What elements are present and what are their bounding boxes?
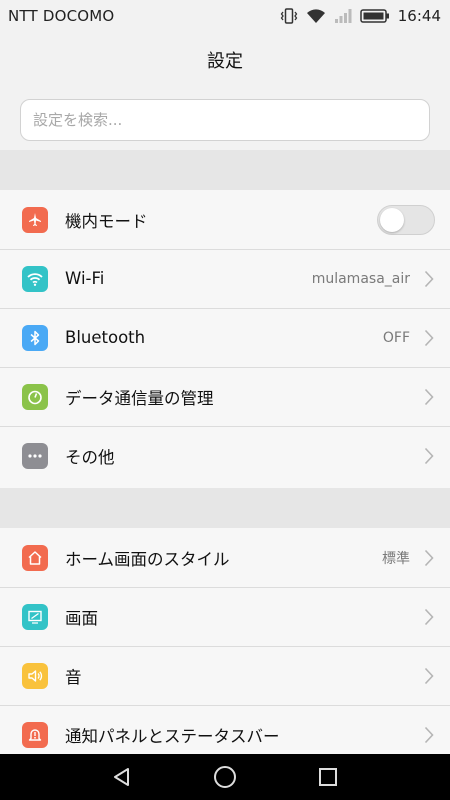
display-icon (22, 603, 48, 630)
setting-row-wifi[interactable]: Wi-Fi mulamasa_air (0, 249, 450, 308)
title-bar: 設定 (0, 32, 450, 88)
setting-label: データ通信量の管理 (65, 388, 214, 408)
setting-row-notifications[interactable]: 通知パネルとステータスバー (0, 705, 450, 754)
recents-button[interactable] (305, 754, 351, 800)
setting-label: 通知パネルとステータスバー (65, 726, 280, 746)
settings-group-device: ホーム画面のスタイル 標準 画面 音 通知パネルとステータスバー (0, 528, 450, 754)
wifi-icon (22, 265, 48, 292)
chevron-right-icon (424, 388, 434, 405)
setting-row-airplane-mode[interactable]: 機内モード (0, 190, 450, 249)
home-icon (22, 544, 48, 571)
setting-row-home-style[interactable]: ホーム画面のスタイル 標準 (0, 528, 450, 587)
home-circle-icon (213, 766, 236, 788)
section-divider (0, 150, 450, 190)
status-bar: NTT DOCOMO 16:44 (0, 0, 450, 32)
carrier-label: NTT DOCOMO (8, 7, 115, 25)
page-title: 設定 (207, 51, 243, 72)
setting-row-sound[interactable]: 音 (0, 646, 450, 705)
search-box (20, 99, 430, 141)
bluetooth-icon (22, 324, 48, 351)
chevron-right-icon (424, 270, 434, 287)
section-divider (0, 488, 450, 528)
airplane-mode-toggle[interactable] (377, 204, 435, 235)
chevron-right-icon (424, 549, 434, 566)
setting-label: その他 (65, 447, 115, 467)
setting-label: 画面 (65, 608, 98, 628)
setting-label: 機内モード (65, 211, 148, 231)
more-icon (22, 442, 48, 469)
status-icons: 16:44 (280, 7, 441, 25)
toggle-knob (380, 207, 404, 232)
setting-value: OFF (382, 329, 410, 346)
setting-row-more[interactable]: その他 (0, 426, 450, 485)
setting-row-display[interactable]: 画面 (0, 587, 450, 646)
setting-value: 標準 (382, 550, 410, 567)
setting-label: Wi-Fi (65, 269, 105, 288)
navigation-bar (0, 754, 450, 800)
recents-icon (319, 768, 338, 786)
settings-group-network: 機内モード Wi-Fi mulamasa_air Bluetooth OFF デ… (0, 190, 450, 488)
back-button[interactable] (99, 754, 145, 800)
setting-label: ホーム画面のスタイル (65, 549, 230, 569)
chevron-right-icon (424, 667, 434, 684)
back-icon (113, 768, 129, 786)
clock: 16:44 (397, 7, 441, 25)
setting-row-data-usage[interactable]: データ通信量の管理 (0, 367, 450, 426)
airplane-icon (22, 206, 48, 233)
search-input[interactable] (20, 99, 430, 141)
vibrate-icon (280, 8, 298, 24)
chevron-right-icon (424, 329, 434, 346)
battery-icon (360, 8, 390, 24)
setting-row-bluetooth[interactable]: Bluetooth OFF (0, 308, 450, 367)
chevron-right-icon (424, 447, 434, 464)
sound-icon (22, 662, 48, 689)
settings-screen: NTT DOCOMO 16:44 設定 設定を検索... 機内モード Wi-Fi… (0, 0, 450, 800)
chevron-right-icon (424, 726, 434, 743)
data-usage-icon (22, 383, 48, 410)
setting-value: mulamasa_air (311, 270, 410, 287)
chevron-right-icon (424, 608, 434, 625)
wifi-icon (306, 8, 326, 24)
home-button[interactable] (202, 754, 248, 800)
signal-icon (334, 8, 352, 24)
setting-label: Bluetooth (65, 328, 146, 347)
notification-icon (22, 721, 48, 748)
setting-label: 音 (65, 667, 82, 687)
